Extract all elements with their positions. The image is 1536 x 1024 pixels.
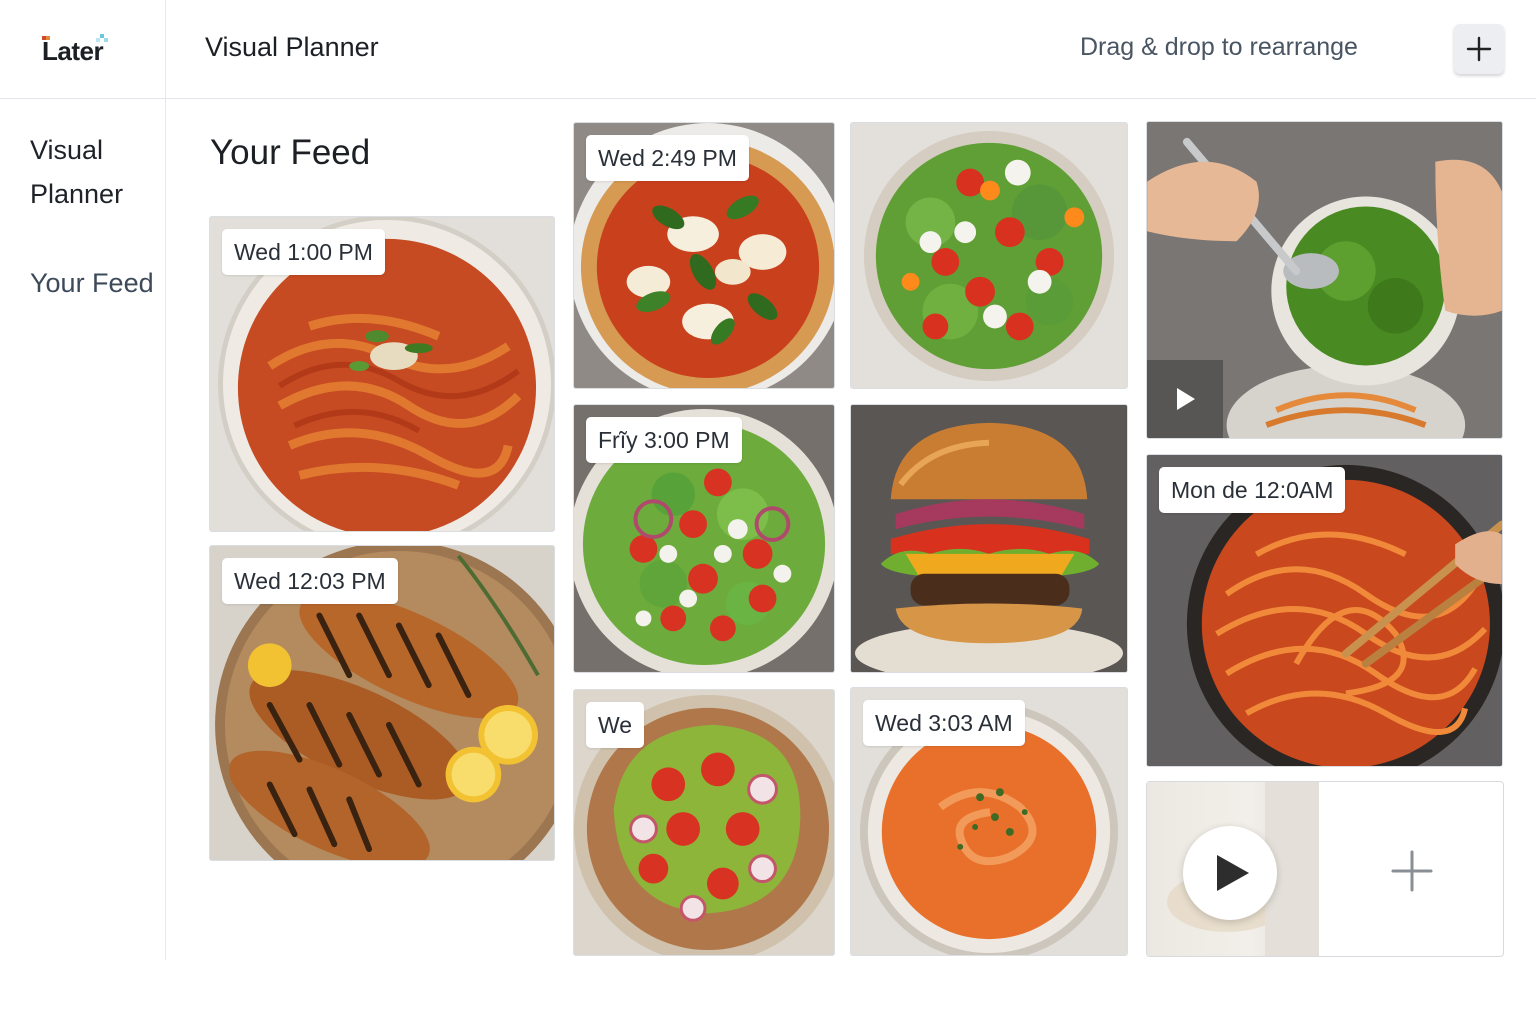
feed-post-caprese-salad[interactable]: Frĩy 3:00 PM	[573, 404, 835, 673]
logo-text: Later	[42, 36, 104, 66]
schedule-badge: Mon de 12:0AM	[1159, 467, 1346, 513]
play-video-button[interactable]	[1183, 826, 1277, 920]
feed-post-tomato-salad[interactable]	[850, 122, 1128, 389]
feed-post-pasta-pan[interactable]: Mon de 12:0AM	[1146, 454, 1503, 767]
header-divider	[0, 98, 1536, 99]
rearrange-hint: Drag & drop to rearrange	[1080, 33, 1358, 61]
schedule-badge: Wed 3:03 AM	[863, 700, 1025, 746]
add-post-button[interactable]	[1454, 24, 1504, 74]
feed-post-spaghetti[interactable]: Wed 1:00 PM	[209, 216, 555, 532]
schedule-badge: Wed 1:00 PM	[222, 229, 385, 275]
play-icon	[1177, 388, 1195, 410]
plus-icon	[1466, 36, 1492, 62]
feed-post-burger[interactable]	[850, 404, 1128, 673]
add-media-tile[interactable]	[1146, 781, 1504, 957]
schedule-badge: We	[586, 702, 645, 748]
schedule-badge: Wed 12:03 PM	[222, 558, 398, 604]
plus-icon[interactable]	[1391, 850, 1433, 892]
tomato-mozzarella-salad-image	[851, 123, 1127, 388]
schedule-badge: Wed 2:49 PM	[586, 135, 749, 181]
later-logo[interactable]: Later	[38, 34, 118, 68]
feed-title: Your Feed	[210, 133, 371, 172]
feed-post-pizza[interactable]: Wed 2:49 PM	[573, 122, 835, 389]
cheeseburger-image	[851, 405, 1127, 672]
page-title: Visual Planner	[205, 32, 379, 62]
play-icon	[1217, 855, 1249, 891]
video-thumbnail	[1147, 782, 1319, 956]
sidebar: Later Visual Planner Your Feed	[0, 0, 166, 960]
logo-pixel	[104, 38, 108, 42]
feed-post-tomato-soup[interactable]: Wed 3:03 AM	[850, 687, 1128, 956]
schedule-badge: Frĩy 3:00 PM	[586, 417, 742, 463]
feed-post-avocado-toast[interactable]: We	[573, 689, 835, 956]
sidebar-item-your-feed[interactable]: Your Feed	[30, 262, 154, 304]
feed-post-chicken[interactable]: Wed 12:03 PM	[209, 545, 555, 861]
sidebar-item-visual-planner[interactable]: Visual Planner	[30, 128, 160, 216]
feed-post-pesto-video[interactable]	[1146, 121, 1503, 439]
video-play-button[interactable]	[1147, 360, 1223, 438]
